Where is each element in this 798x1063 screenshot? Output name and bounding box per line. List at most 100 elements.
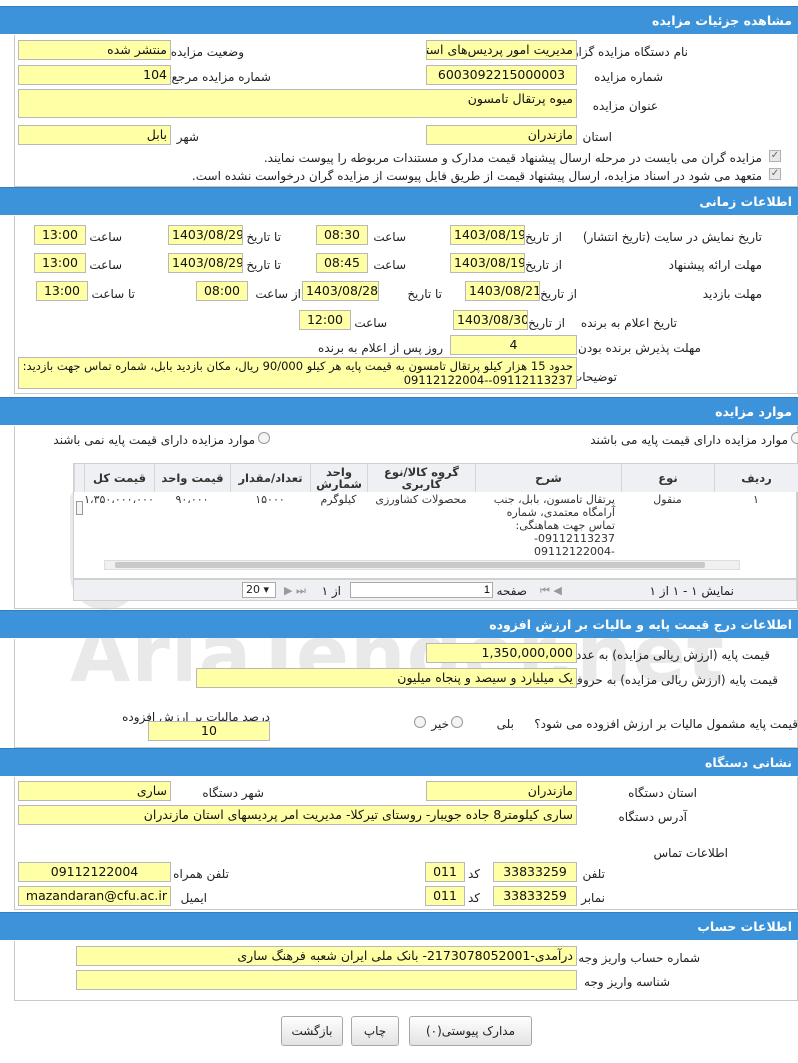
table-header-type[interactable]: نوع	[621, 464, 714, 492]
pager-page-input[interactable]	[350, 582, 493, 598]
offer-from-date: 1403/08/19	[450, 253, 525, 273]
org-label: نام دستگاه مزایده گزار	[572, 45, 688, 59]
section-header-account: اطلاعات حساب	[0, 912, 798, 940]
vat-percent-field: 10	[148, 721, 270, 741]
org-province-label: استان دستگاه	[628, 786, 697, 800]
section-header-items: موارد مزایده	[0, 397, 798, 425]
no-base-price-radio[interactable]	[258, 432, 270, 444]
org-city-label: شهر دستگاه	[202, 786, 264, 800]
offer-to-date: 1403/08/29	[168, 253, 243, 273]
section-header-details: مشاهده جزئیات مزایده	[0, 6, 798, 34]
org-address-field: ساری کیلومتر8 جاده جویبار- روستای تیرکلا…	[18, 805, 577, 825]
back-button[interactable]: بازگشت	[281, 1016, 343, 1046]
no-base-price-text: موارد مزایده دارای قیمت پایه نمی باشند	[53, 433, 255, 447]
scrollbar-thumb[interactable]	[115, 562, 705, 568]
has-base-price-radio[interactable]	[791, 432, 798, 444]
ref-number-field: 104	[18, 65, 171, 85]
cell-total: ۱،۳۵۰،۰۰۰،۰۰۰	[84, 493, 154, 506]
city-label: شهر	[176, 130, 199, 144]
cell-type: منقول	[653, 493, 682, 506]
cell-qty: ۱۵۰۰۰	[255, 493, 285, 506]
pager-page-label: صفحه	[496, 584, 527, 598]
table-header-unit[interactable]: واحد شمارش	[310, 464, 367, 492]
pager-last-icon[interactable]: ▶ ⏭	[284, 584, 306, 598]
from-hour-label: از ساعت	[255, 287, 301, 301]
hour-label: ساعت	[373, 258, 406, 272]
table-header-index[interactable]: ردیف	[714, 464, 798, 492]
display-to-date: 1403/08/29	[168, 225, 243, 245]
visit-to-date: 1403/08/28	[302, 281, 379, 301]
offer-deadline-label: مهلت ارائه پیشنهاد	[668, 258, 762, 272]
vat-no-label: خیر	[431, 717, 449, 731]
no-attach-checkbox: ✓	[769, 168, 781, 180]
email-label: ایمیل	[180, 891, 207, 905]
ref-number-label: شماره مزایده مرجع	[171, 70, 271, 84]
attach-docs-text: مزایده گران می بایست در مرحله ارسال پیشن…	[263, 151, 762, 165]
print-button[interactable]: چاپ	[351, 1016, 399, 1046]
hour-label: ساعت	[89, 258, 122, 272]
status-label: وضعیت مزایده	[170, 45, 244, 59]
payment-id-label: شناسه واریز وجه	[584, 975, 670, 989]
fax-code-field: 011	[425, 886, 465, 906]
fax-code-label: کد	[467, 891, 480, 905]
row-action-button[interactable]	[76, 501, 83, 515]
visit-from-time: 08:00	[196, 281, 248, 301]
vat-yes-label: بلی	[496, 717, 514, 731]
visit-from-date: 1403/08/21	[465, 281, 540, 301]
base-price-text-field: یک میلیارد و سیصد و پنجاه میلیون	[196, 668, 577, 688]
pager-of-label: از ۱	[321, 584, 341, 598]
horizontal-scrollbar[interactable]	[104, 560, 740, 570]
table-header-extra	[74, 464, 84, 492]
winner-accept-label: مهلت پذیرش برنده بودن	[578, 341, 701, 355]
table-header-total[interactable]: قیمت کل	[84, 464, 154, 492]
attachments-button[interactable]: مدارک پیوستی(۰)	[409, 1016, 532, 1046]
to-date-label: تا تاریخ	[246, 258, 281, 272]
title-field: میوه پرتقال تامسون	[18, 89, 577, 118]
org-city-field: ساری	[18, 781, 171, 801]
mobile-field: 09112122004	[18, 862, 171, 882]
table-header-desc[interactable]: شرح	[475, 464, 621, 492]
mobile-label: تلفن همراه	[173, 867, 229, 881]
phone-code-field: 011	[425, 862, 465, 882]
vat-no-radio[interactable]	[414, 716, 426, 728]
section-header-org: نشانی دستگاه	[0, 748, 798, 776]
display-from-time: 08:30	[316, 225, 368, 245]
pager-first-icon[interactable]: ⏮ ◀	[540, 584, 562, 598]
table-header-unit-price[interactable]: قیمت واحد	[154, 464, 230, 492]
page-size-select[interactable]: 20 ▾	[242, 582, 276, 598]
to-date-label: تا تاریخ	[407, 287, 442, 301]
province-label: استان	[582, 130, 612, 144]
from-date-label: از تاریخ	[540, 287, 577, 301]
attach-docs-checkbox: ✓	[769, 150, 781, 162]
section-header-time: اطلاعات زمانی	[0, 187, 798, 215]
phone-field: 33833259	[493, 862, 577, 882]
section-header-price: اطلاعات درج قیمت پایه و مالیات بر ارزش ا…	[0, 610, 798, 638]
offer-to-time: 13:00	[34, 253, 86, 273]
from-date-label: از تاریخ	[525, 258, 562, 272]
base-price-num-label: قیمت پایه (ارزش ریالی مزایده) به عدد	[575, 648, 770, 662]
cell-unit-price: ۹۰،۰۰۰	[175, 493, 209, 506]
city-field: بابل	[18, 125, 171, 145]
vat-yes-radio[interactable]	[451, 716, 463, 728]
email-field: mazandaran@cfu.ac.ir	[18, 886, 171, 906]
title-label: عنوان مزایده	[592, 99, 658, 113]
from-date-label: از تاریخ	[528, 316, 565, 330]
table-header-qty[interactable]: تعداد/مقدار	[230, 464, 310, 492]
items-table: قیمت کل قیمت واحد تعداد/مقدار واحد شمارش…	[73, 463, 798, 579]
base-price-text-label: قیمت پایه (ارزش ریالی مزایده) به حروف	[570, 673, 778, 687]
payment-id-field	[76, 970, 577, 990]
status-field: منتشر شده	[18, 40, 171, 60]
hour-label: ساعت	[89, 230, 122, 244]
contact-heading: اطلاعات تماس	[653, 846, 728, 860]
display-to-time: 13:00	[34, 225, 86, 245]
fax-field: 33833259	[493, 886, 577, 906]
winner-announce-date: 1403/08/30	[453, 310, 528, 330]
visit-deadline-label: مهلت بازدید	[702, 287, 762, 301]
winner-accept-suffix: روز پس از اعلام به برنده	[318, 341, 443, 355]
to-date-label: تا تاریخ	[246, 230, 281, 244]
table-header-group[interactable]: گروه کالا/نوع کاربری	[367, 464, 475, 492]
org-province-field: مازندران	[426, 781, 577, 801]
account-number-field: درآمدی-2173078052001- بانک ملی ایران شعب…	[76, 946, 577, 966]
winner-announce-label: تاریخ اعلام به برنده	[580, 316, 677, 330]
has-base-price-text: موارد مزایده دارای قیمت پایه می باشند	[590, 433, 788, 447]
